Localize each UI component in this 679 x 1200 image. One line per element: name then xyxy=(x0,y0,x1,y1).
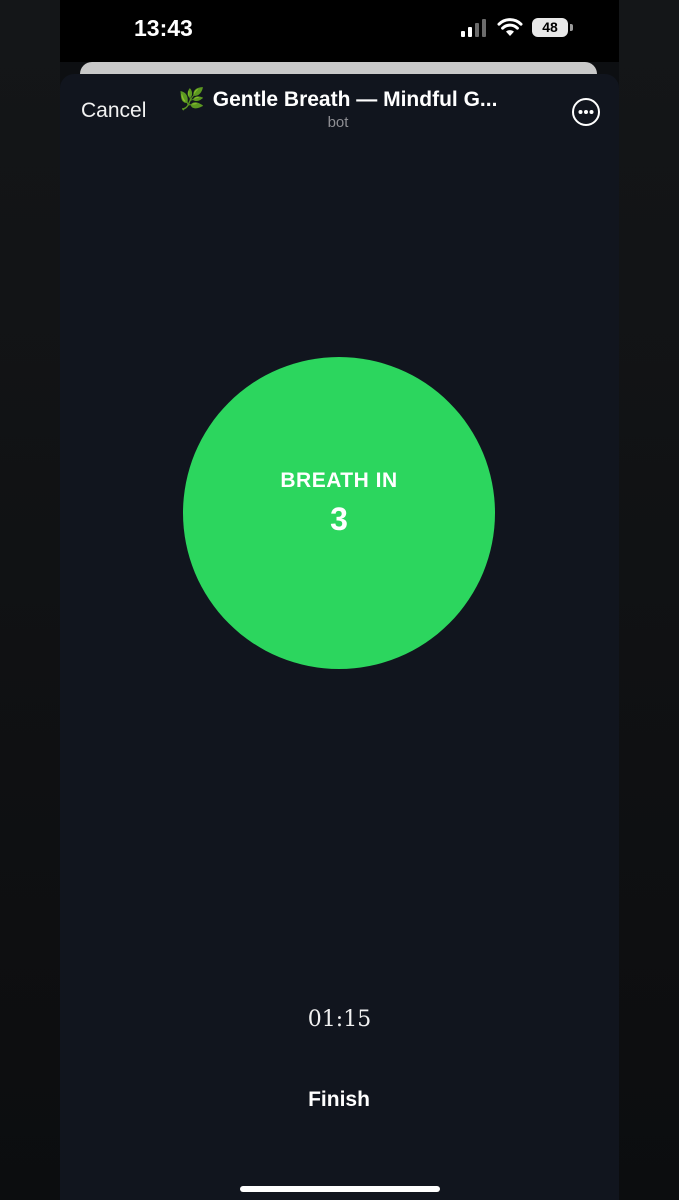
breath-count: 3 xyxy=(330,500,348,537)
cancel-button[interactable]: Cancel xyxy=(81,99,146,123)
page-title: Gentle Breath — Mindful G... xyxy=(212,88,498,111)
title-block: 🌿 Gentle Breath — Mindful G... bot xyxy=(170,88,506,131)
battery-icon: 48 xyxy=(532,18,573,37)
home-indicator[interactable] xyxy=(240,1186,440,1192)
breath-phase-label: BREATH IN xyxy=(280,468,398,492)
background-right xyxy=(619,0,679,1200)
session-timer: 01:15 xyxy=(307,1007,372,1032)
status-time: 13:43 xyxy=(134,15,193,41)
background-left xyxy=(0,0,60,1200)
leaf-icon: 🌿 xyxy=(178,88,205,111)
breathing-circle: BREATH IN 3 xyxy=(183,357,495,669)
page-subtitle: bot xyxy=(327,114,349,131)
finish-button[interactable]: Finish xyxy=(264,1082,414,1118)
mini-app-sheet: Cancel 🌿 Gentle Breath — Mindful G... bo… xyxy=(60,74,619,1200)
screen: 13:43 48 Cancel 🌿 Gentle Breath — Mindfu… xyxy=(0,0,679,1200)
status-bar: 13:43 48 xyxy=(60,0,619,62)
battery-level: 48 xyxy=(532,18,568,37)
signal-icon xyxy=(461,18,486,37)
sheet-header: Cancel 🌿 Gentle Breath — Mindful G... bo… xyxy=(60,74,619,144)
status-icons: 48 xyxy=(460,18,573,37)
title-line: 🌿 Gentle Breath — Mindful G... xyxy=(170,88,506,112)
battery-tip xyxy=(570,24,573,31)
wifi-icon xyxy=(497,18,523,36)
ellipsis-circle-icon[interactable] xyxy=(571,97,601,127)
